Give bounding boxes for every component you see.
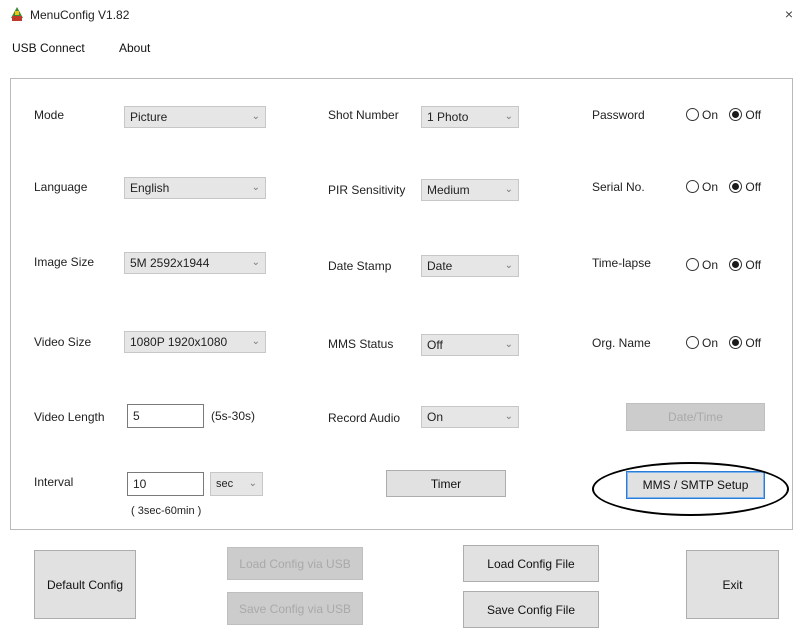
video-size-label: Video Size: [34, 335, 92, 349]
chevron-down-icon: ⌄: [504, 411, 513, 422]
mode-select[interactable]: Picture ⌄: [124, 106, 266, 128]
radio-icon: [686, 336, 699, 349]
radio-checked-icon: [729, 108, 743, 121]
mms-status-select[interactable]: Off ⌄: [421, 334, 519, 356]
chevron-down-icon: ⌄: [251, 182, 260, 193]
mms-status-label: MMS Status: [328, 337, 394, 351]
close-button[interactable]: ×: [782, 6, 796, 22]
chevron-down-icon: ⌄: [504, 111, 513, 122]
password-radio-group: On Off: [686, 108, 769, 122]
password-on-option[interactable]: On: [686, 108, 718, 122]
shot-number-value: 1 Photo: [427, 110, 469, 124]
pir-sensitivity-value: Medium: [427, 183, 470, 197]
serial-no-off-option[interactable]: Off: [729, 180, 761, 194]
language-value: English: [130, 181, 170, 195]
save-config-usb-button[interactable]: Save Config via USB: [227, 592, 363, 625]
default-config-button[interactable]: Default Config: [34, 550, 136, 619]
language-select[interactable]: English ⌄: [124, 177, 266, 199]
serial-no-on-option[interactable]: On: [686, 180, 718, 194]
mms-smtp-setup-button[interactable]: MMS / SMTP Setup: [626, 471, 765, 499]
date-stamp-label: Date Stamp: [328, 259, 392, 273]
load-config-file-button[interactable]: Load Config File: [463, 545, 599, 582]
menu-usb-connect[interactable]: USB Connect: [12, 41, 85, 55]
serial-no-label: Serial No.: [592, 180, 645, 194]
radio-icon: [686, 258, 699, 271]
shot-number-label: Shot Number: [328, 108, 399, 122]
timer-button[interactable]: Timer: [386, 470, 506, 497]
video-size-select[interactable]: 1080P 1920x1080 ⌄: [124, 331, 266, 353]
radio-checked-icon: [729, 336, 743, 349]
load-config-usb-button[interactable]: Load Config via USB: [227, 547, 363, 580]
interval-hint: ( 3sec-60min ): [131, 505, 202, 517]
mode-label: Mode: [34, 108, 65, 122]
password-off-option[interactable]: Off: [729, 108, 761, 122]
language-label: Language: [34, 180, 88, 194]
chevron-down-icon: ⌄: [248, 478, 257, 489]
image-size-label: Image Size: [34, 255, 95, 269]
org-name-on-option[interactable]: On: [686, 336, 718, 350]
exit-button[interactable]: Exit: [686, 550, 779, 619]
app-icon: [9, 6, 25, 22]
radio-icon: [686, 180, 699, 193]
date-stamp-select[interactable]: Date ⌄: [421, 255, 519, 277]
record-audio-select[interactable]: On ⌄: [421, 406, 519, 428]
interval-input[interactable]: 10: [127, 472, 204, 496]
time-lapse-on-option[interactable]: On: [686, 258, 718, 272]
video-length-label: Video Length: [34, 410, 105, 424]
chevron-down-icon: ⌄: [251, 111, 260, 122]
image-size-value: 5M 2592x1944: [130, 256, 210, 270]
org-name-radio-group: On Off: [686, 336, 769, 350]
time-lapse-label: Time-lapse: [592, 256, 651, 270]
chevron-down-icon: ⌄: [504, 184, 513, 195]
video-size-value: 1080P 1920x1080: [130, 335, 228, 349]
menu-about[interactable]: About: [119, 41, 150, 55]
image-size-select[interactable]: 5M 2592x1944 ⌄: [124, 252, 266, 274]
org-name-label: Org. Name: [592, 336, 651, 350]
record-audio-value: On: [427, 410, 444, 424]
window-title: MenuConfig V1.82: [30, 8, 130, 22]
mms-status-value: Off: [427, 338, 443, 352]
radio-icon: [686, 108, 699, 121]
chevron-down-icon: ⌄: [504, 339, 513, 350]
radio-checked-icon: [729, 180, 743, 193]
interval-label: Interval: [34, 475, 74, 489]
settings-panel: [10, 78, 793, 530]
chevron-down-icon: ⌄: [251, 257, 260, 268]
password-label: Password: [592, 108, 645, 122]
record-audio-label: Record Audio: [328, 411, 401, 425]
chevron-down-icon: ⌄: [251, 336, 260, 347]
video-length-hint: (5s-30s): [211, 409, 256, 423]
interval-unit-select[interactable]: sec ⌄: [210, 472, 263, 496]
pir-sensitivity-label: PIR Sensitivity: [328, 183, 406, 197]
time-lapse-radio-group: On Off: [686, 258, 769, 272]
video-length-input[interactable]: 5: [127, 404, 204, 428]
serial-no-radio-group: On Off: [686, 180, 769, 194]
time-lapse-off-option[interactable]: Off: [729, 258, 761, 272]
mode-value: Picture: [130, 110, 168, 124]
interval-unit-value: sec: [216, 478, 234, 490]
save-config-file-button[interactable]: Save Config File: [463, 591, 599, 628]
date-stamp-value: Date: [427, 259, 453, 273]
pir-sensitivity-select[interactable]: Medium ⌄: [421, 179, 519, 201]
org-name-off-option[interactable]: Off: [729, 336, 761, 350]
chevron-down-icon: ⌄: [504, 260, 513, 271]
radio-checked-icon: [729, 258, 743, 271]
date-time-button[interactable]: Date/Time: [626, 403, 765, 431]
shot-number-select[interactable]: 1 Photo ⌄: [421, 106, 519, 128]
